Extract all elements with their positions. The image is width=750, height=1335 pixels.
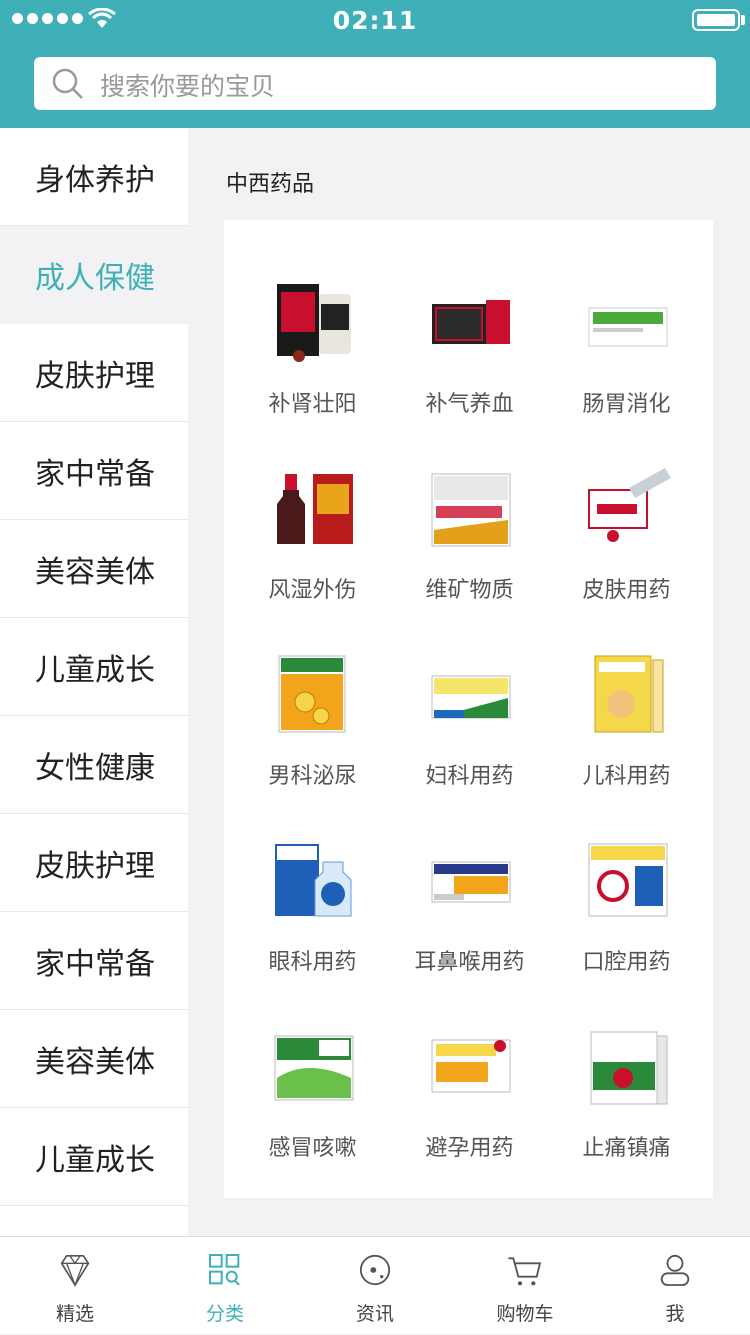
product-category-label: 止痛镇痛	[582, 1136, 671, 1161]
tab-label: 分类	[205, 1303, 244, 1325]
battery-icon	[692, 9, 740, 31]
digestion-box-icon	[588, 307, 668, 347]
product-category-item[interactable]: 皮肤用药	[545, 420, 708, 606]
user-icon	[660, 1254, 690, 1286]
tab-me[interactable]: 我	[600, 1237, 750, 1335]
sidebar-item[interactable]: 身体养护	[0, 128, 188, 226]
kidney-tonic-box-icon	[277, 284, 351, 362]
product-category-item[interactable]: 妇科用药	[388, 606, 551, 792]
sidebar-item[interactable]: 成人保健	[0, 226, 188, 324]
ointment-tube-icon	[588, 468, 671, 542]
contraceptive-box-icon	[431, 1039, 511, 1093]
tab-featured[interactable]: 精选	[0, 1237, 150, 1335]
product-category-item[interactable]: 补气养血	[388, 234, 551, 420]
product-category-label: 补肾壮阳	[268, 392, 357, 417]
sidebar-item[interactable]: 美容美体	[0, 1010, 188, 1108]
tab-label: 我	[665, 1303, 685, 1325]
category-sidebar: 身体养护 成人保健 皮肤护理 家中常备 美容美体 儿童成长 女性健康 皮肤护理 家中常备 美容美体…	[0, 128, 188, 1236]
cart-icon	[508, 1257, 542, 1286]
gynecology-box-icon	[431, 675, 511, 719]
product-category-item[interactable]: 风湿外伤	[231, 420, 394, 606]
pediatric-box-icon	[594, 655, 664, 733]
product-category-item[interactable]: 维矿物质	[388, 420, 551, 606]
product-category-item[interactable]: 儿科用药	[545, 606, 708, 792]
tab-cart[interactable]: 购物车	[450, 1237, 600, 1335]
product-category-item[interactable]: 口腔用药	[545, 792, 708, 978]
product-category-item[interactable]: 耳鼻喉用药	[388, 792, 551, 978]
sidebar-item[interactable]: 美容美体	[0, 520, 188, 618]
news-compass-icon	[359, 1254, 391, 1286]
sidebar-item[interactable]: 皮肤护理	[0, 814, 188, 912]
sidebar-item[interactable]: 女性健康	[0, 716, 188, 814]
tab-category[interactable]: 分类	[150, 1237, 300, 1335]
sidebar-item[interactable]: 儿童成长	[0, 618, 188, 716]
throat-granules-icon	[431, 861, 511, 903]
search-icon	[52, 68, 83, 99]
ejiao-box-icon	[432, 300, 510, 344]
sidebar-item[interactable]: 儿童成长	[0, 1108, 188, 1206]
product-category-label: 口腔用药	[582, 950, 671, 975]
tab-label: 精选	[55, 1303, 94, 1325]
product-category-label: 补气养血	[425, 392, 514, 417]
product-category-label: 妇科用药	[425, 764, 514, 789]
centrum-box-icon	[431, 473, 511, 547]
urology-box-icon	[278, 655, 346, 733]
product-panel: 补肾壮阳 补气养血 肠胃消化风湿外伤 维矿物质 皮肤用药男科泌尿 妇科用药 儿科用药眼科用药…	[224, 220, 713, 1198]
tab-news[interactable]: 资讯	[300, 1237, 450, 1335]
search-placeholder: 搜索你要的宝贝	[100, 72, 276, 101]
painkiller-box-icon	[590, 1031, 668, 1105]
battery-cap	[741, 15, 745, 25]
product-category-label: 皮肤用药	[582, 578, 671, 603]
product-category-label: 儿科用药	[582, 764, 671, 789]
product-category-label: 耳鼻喉用药	[414, 950, 525, 975]
eye-drops-icon	[275, 844, 352, 917]
oral-care-box-icon	[588, 843, 668, 917]
product-category-label: 避孕用药	[425, 1136, 514, 1161]
product-category-label: 男科泌尿	[268, 764, 357, 789]
top-bar: 02:11 搜索你要的宝贝	[0, 0, 750, 128]
product-category-label: 肠胃消化	[582, 392, 671, 417]
product-category-label: 维矿物质	[425, 578, 514, 603]
medicinal-wine-icon	[277, 474, 353, 544]
section-title: 中西药品	[226, 172, 315, 197]
sidebar-item[interactable]: 家中常备	[0, 912, 188, 1010]
product-category-item[interactable]: 避孕用药	[388, 978, 551, 1164]
search-input[interactable]: 搜索你要的宝贝	[34, 57, 716, 110]
tab-label: 购物车	[496, 1303, 554, 1325]
product-category-label: 眼科用药	[268, 950, 357, 975]
category-grid-icon	[209, 1254, 240, 1286]
product-category-item[interactable]: 眼科用药	[231, 792, 394, 978]
product-category-item[interactable]: 补肾壮阳	[231, 234, 394, 420]
product-category-item[interactable]: 男科泌尿	[231, 606, 394, 792]
tab-label: 资讯	[355, 1303, 394, 1325]
product-category-item[interactable]: 感冒咳嗽	[231, 978, 394, 1164]
status-time: 02:11	[332, 6, 418, 35]
sidebar-item[interactable]: 家中常备	[0, 422, 188, 520]
status-bar: 02:11	[0, 0, 750, 40]
diamond-icon	[60, 1255, 90, 1287]
sidebar-item[interactable]: 皮肤护理	[0, 324, 188, 422]
cold-granules-icon	[274, 1035, 354, 1101]
product-category-item[interactable]: 止痛镇痛	[545, 978, 708, 1164]
tab-bar: 精选 分类 资讯 购物车 我	[0, 1236, 750, 1334]
product-category-item[interactable]: 肠胃消化	[545, 234, 708, 420]
product-category-label: 感冒咳嗽	[268, 1136, 357, 1161]
product-category-label: 风湿外伤	[268, 578, 357, 603]
